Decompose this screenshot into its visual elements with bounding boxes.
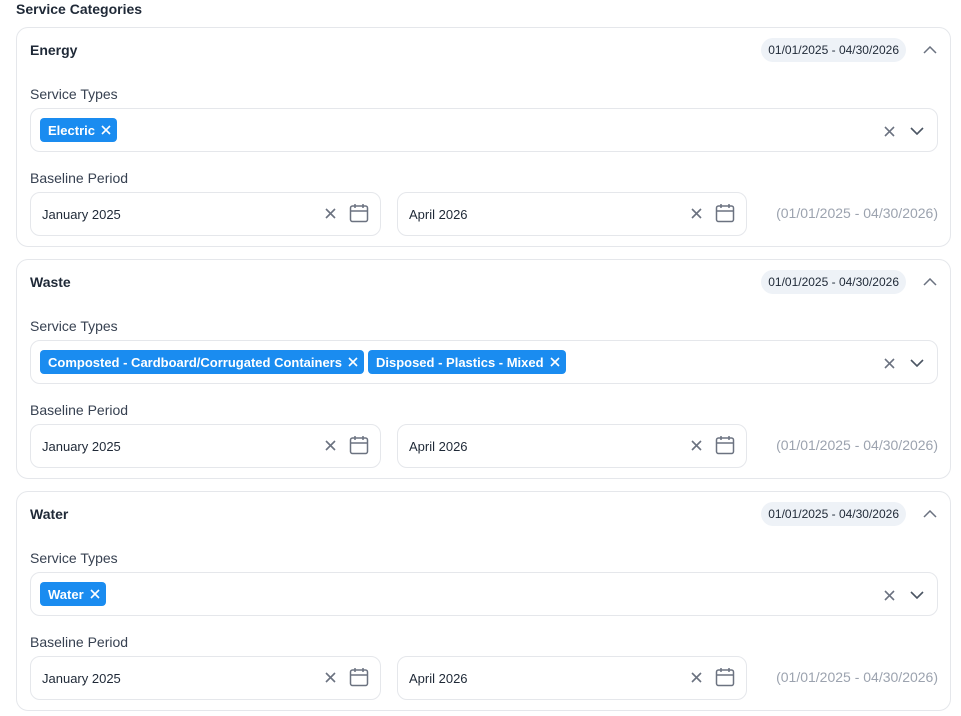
collapse-button[interactable] [920,272,940,292]
chip-label: Disposed - Plastics - Mixed [375,354,544,370]
baseline-start-input[interactable]: January 2025 [30,192,381,236]
close-icon [690,207,702,219]
category-title: Energy [30,42,78,58]
calendar-button[interactable] [348,435,370,455]
chevron-down-icon [910,591,924,599]
baseline-start-value: January 2025 [42,670,121,686]
close-icon [101,125,111,135]
baseline-period-label: Baseline Period [30,402,129,418]
close-icon [690,671,702,683]
baseline-range-text: (01/01/2025 - 04/30/2026) [776,669,938,685]
baseline-end-input[interactable]: April 2026 [397,192,747,236]
category-title: Water [30,506,69,522]
service-type-chip: Electric [40,118,117,142]
baseline-start-value: January 2025 [42,438,121,454]
clear-date-button[interactable] [688,435,704,455]
calendar-icon [715,204,735,223]
category-title: Waste [30,274,71,290]
category-card-waste: Waste 01/01/2025 - 04/30/2026 Service Ty… [16,259,951,479]
chip-label: Composted - Cardboard/Corrugated Contain… [48,354,342,370]
calendar-button[interactable] [348,203,370,223]
close-icon [883,357,895,369]
baseline-period-label: Baseline Period [30,634,129,650]
baseline-end-value: April 2026 [409,438,468,454]
baseline-start-input[interactable]: January 2025 [30,656,381,700]
calendar-button[interactable] [348,667,370,687]
chip-label: Water [48,586,84,602]
baseline-range-text: (01/01/2025 - 04/30/2026) [776,437,938,453]
chip-remove-button[interactable] [550,357,560,367]
calendar-icon [349,204,369,223]
calendar-icon [715,436,735,455]
category-card-energy: Energy 01/01/2025 - 04/30/2026 Service T… [16,27,951,247]
calendar-button[interactable] [714,667,736,687]
chip-label: Electric [48,122,95,138]
close-icon [690,439,702,451]
clear-selection-button[interactable] [881,121,897,141]
close-icon [883,589,895,601]
service-types-label: Service Types [30,318,118,334]
chevron-down-icon [910,127,924,135]
close-icon [90,589,100,599]
clear-selection-button[interactable] [881,353,897,373]
close-icon [324,439,336,451]
collapse-button[interactable] [920,504,940,524]
category-card-water: Water 01/01/2025 - 04/30/2026 Service Ty… [16,491,951,711]
chevron-up-icon [923,46,937,54]
chevron-up-icon [923,510,937,518]
baseline-start-value: January 2025 [42,206,121,222]
calendar-button[interactable] [714,435,736,455]
dropdown-toggle-button[interactable] [909,353,925,373]
chevron-down-icon [910,359,924,367]
clear-date-button[interactable] [322,667,338,687]
clear-date-button[interactable] [688,203,704,223]
page-title: Service Categories [16,1,143,17]
service-types-label: Service Types [30,86,118,102]
collapse-button[interactable] [920,40,940,60]
baseline-end-value: April 2026 [409,670,468,686]
chip-remove-button[interactable] [348,357,358,367]
date-range-badge: 01/01/2025 - 04/30/2026 [761,270,906,294]
clear-date-button[interactable] [688,667,704,687]
close-icon [324,671,336,683]
service-type-chip: Disposed - Plastics - Mixed [367,350,566,374]
baseline-end-input[interactable]: April 2026 [397,656,747,700]
date-range-badge: 01/01/2025 - 04/30/2026 [761,38,906,62]
dropdown-toggle-button[interactable] [909,121,925,141]
baseline-period-label: Baseline Period [30,170,129,186]
calendar-icon [715,668,735,687]
chip-remove-button[interactable] [101,125,111,135]
baseline-end-input[interactable]: April 2026 [397,424,747,468]
close-icon [348,357,358,367]
close-icon [550,357,560,367]
clear-selection-button[interactable] [881,585,897,605]
close-icon [883,125,895,137]
dropdown-toggle-button[interactable] [909,585,925,605]
calendar-button[interactable] [714,203,736,223]
service-types-select[interactable]: Composted - Cardboard/Corrugated Contain… [30,340,938,384]
clear-date-button[interactable] [322,203,338,223]
close-icon [324,207,336,219]
clear-date-button[interactable] [322,435,338,455]
baseline-end-value: April 2026 [409,206,468,222]
service-types-select[interactable]: Electric [30,108,938,152]
chip-remove-button[interactable] [90,589,100,599]
calendar-icon [349,436,369,455]
calendar-icon [349,668,369,687]
service-type-chip: Composted - Cardboard/Corrugated Contain… [40,350,364,374]
service-types-select[interactable]: Water [30,572,938,616]
baseline-range-text: (01/01/2025 - 04/30/2026) [776,205,938,221]
chevron-up-icon [923,278,937,286]
date-range-badge: 01/01/2025 - 04/30/2026 [761,502,906,526]
service-types-label: Service Types [30,550,118,566]
service-type-chip: Water [40,582,106,606]
baseline-start-input[interactable]: January 2025 [30,424,381,468]
